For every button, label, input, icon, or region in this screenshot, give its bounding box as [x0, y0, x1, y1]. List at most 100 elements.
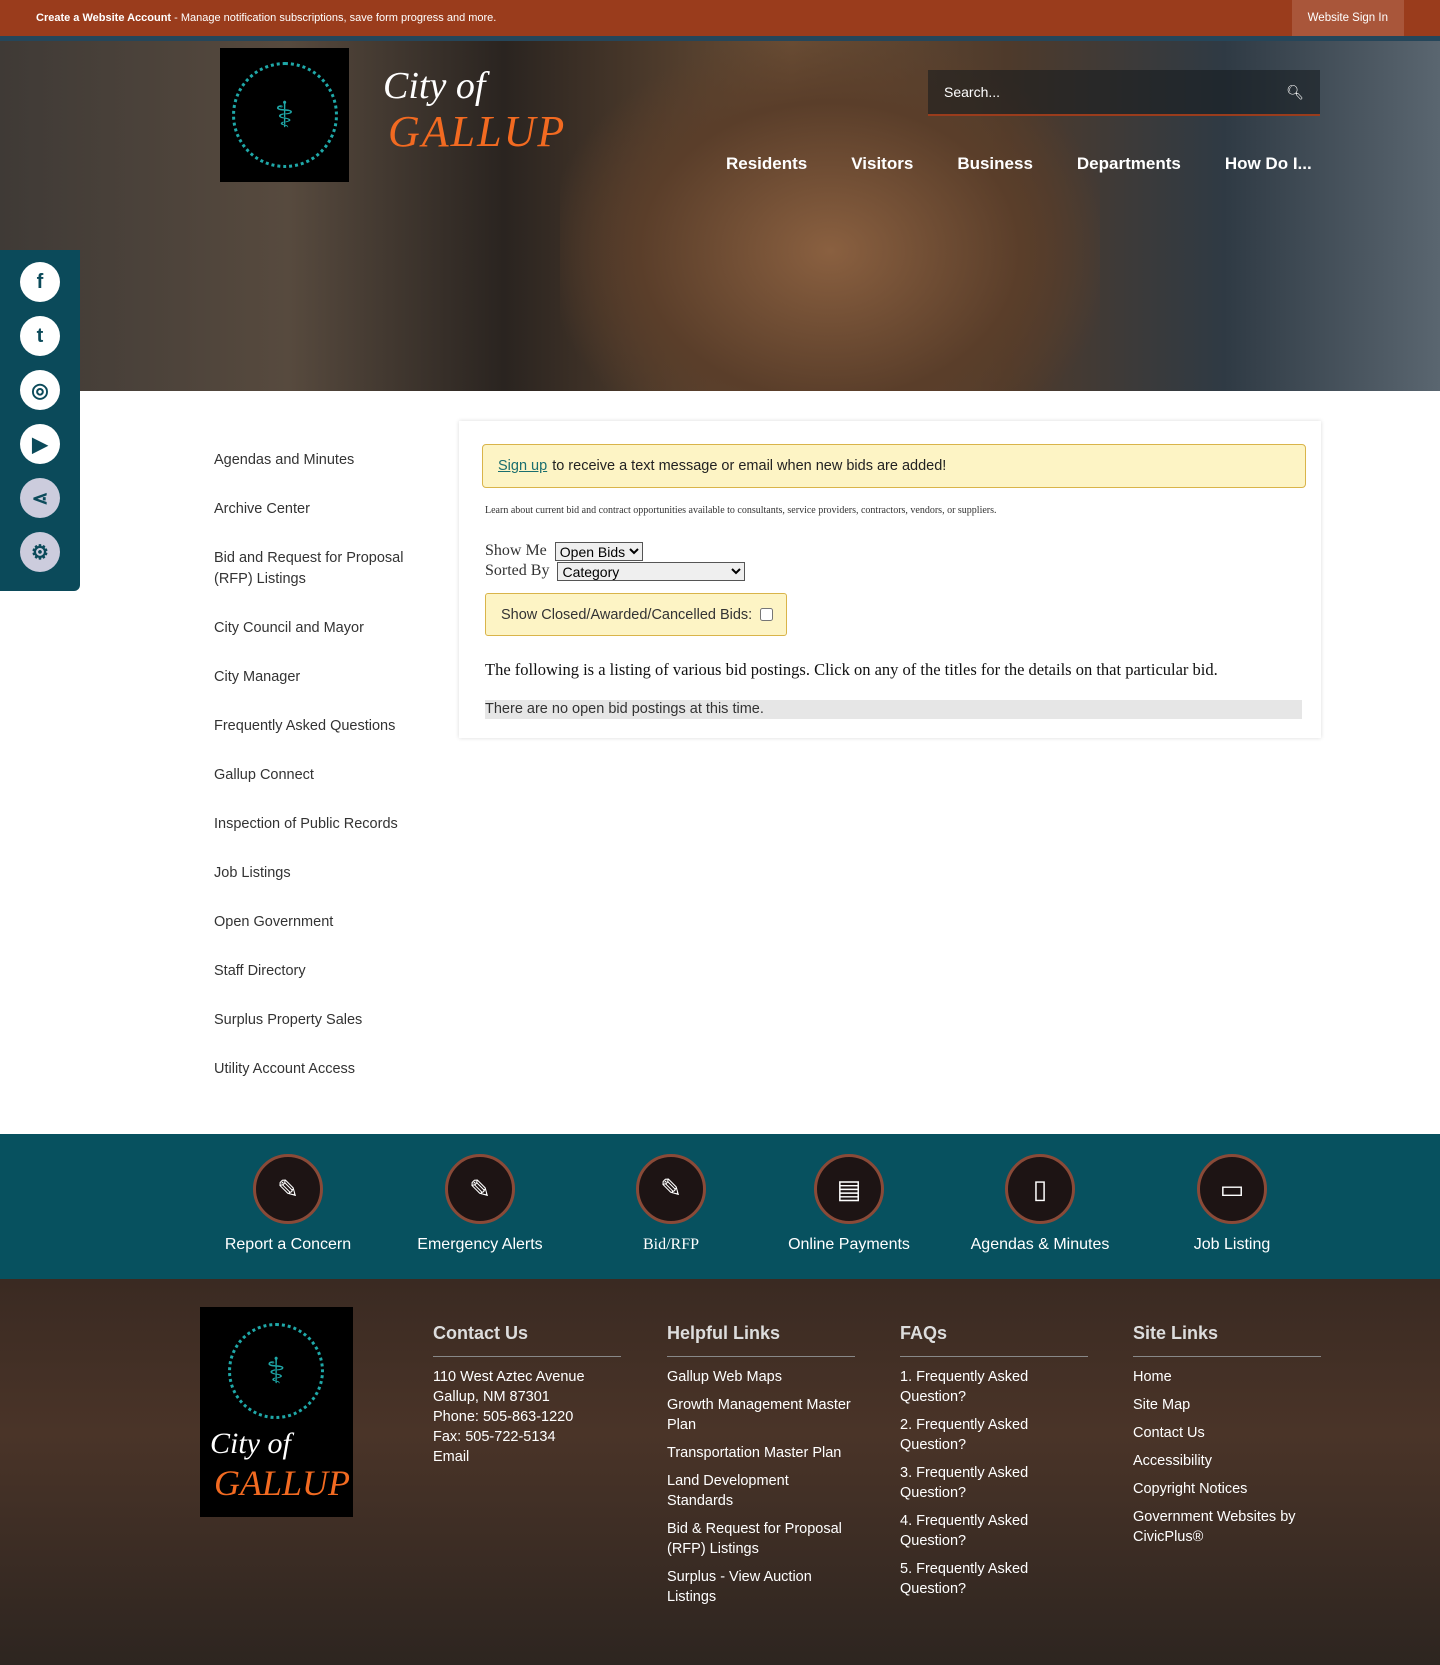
gear-icon[interactable]: ⚙	[20, 532, 60, 572]
sidebar-item-utility[interactable]: Utility Account Access	[214, 1059, 424, 1080]
payment-card-icon: ▤	[814, 1154, 884, 1224]
quick-link-report-concern[interactable]: ✎ Report a Concern	[188, 1154, 388, 1254]
sidebar-item-bid-rfp[interactable]: Bid and Request for Proposal (RFP) Listi…	[214, 548, 424, 590]
thunderbird-seal-icon: ⚕	[228, 1323, 324, 1419]
footer-heading: Contact Us	[433, 1323, 621, 1357]
email-link[interactable]: Email	[433, 1447, 621, 1467]
faq-link[interactable]: 5. Frequently Asked Question?	[900, 1559, 1088, 1599]
footer-link[interactable]: Contact Us	[1133, 1423, 1321, 1443]
main-nav: Residents Visitors Business Departments …	[726, 154, 1312, 174]
show-me-select[interactable]: Open Bids	[554, 541, 643, 561]
footer-link[interactable]: Surplus - View Auction Listings	[667, 1567, 855, 1607]
quick-link-label: Emergency Alerts	[417, 1236, 543, 1253]
footer-heading: FAQs	[900, 1323, 1088, 1357]
thunderbird-seal-icon: ⚕	[231, 62, 338, 168]
quick-link-bid-rfp[interactable]: ✎ Bid/RFP	[571, 1154, 771, 1254]
sidebar-item-faq[interactable]: Frequently Asked Questions	[214, 716, 424, 737]
footer-link[interactable]: Copyright Notices	[1133, 1479, 1321, 1499]
sidebar-item-council[interactable]: City Council and Mayor	[214, 618, 424, 639]
instagram-icon[interactable]: ◎	[20, 370, 60, 410]
search-placeholder: Search...	[944, 84, 1001, 100]
account-bar: Create a Website Account - Manage notifi…	[0, 0, 1440, 36]
signup-text: to receive a text message or email when …	[552, 458, 947, 474]
sidebar-item-gallup-connect[interactable]: Gallup Connect	[214, 765, 424, 786]
faq-link[interactable]: 4. Frequently Asked Question?	[900, 1511, 1088, 1551]
nav-departments[interactable]: Departments	[1077, 154, 1181, 174]
quick-link-label: Agendas & Minutes	[970, 1236, 1110, 1253]
footer-link[interactable]: Transportation Master Plan	[667, 1443, 855, 1463]
nav-residents[interactable]: Residents	[726, 154, 807, 174]
show-closed-checkbox[interactable]	[760, 608, 774, 621]
footer-helpful-links: Helpful Links Gallup Web Maps Growth Man…	[667, 1323, 855, 1615]
faq-link[interactable]: 3. Frequently Asked Question?	[900, 1463, 1088, 1503]
sidebar-item-agendas[interactable]: Agendas and Minutes	[214, 450, 424, 471]
search-icon[interactable]: 🔍︎	[1286, 84, 1304, 101]
footer-faqs: FAQs 1. Frequently Asked Question? 2. Fr…	[900, 1323, 1088, 1607]
sidebar-item-city-manager[interactable]: City Manager	[214, 667, 424, 688]
search-input[interactable]: Search... 🔍︎	[928, 70, 1320, 116]
share-icon[interactable]: ⋖	[20, 478, 60, 518]
sidebar-nav: Agendas and Minutes Archive Center Bid a…	[214, 450, 424, 1108]
faq-link[interactable]: 1. Frequently Asked Question?	[900, 1367, 1088, 1407]
address-line: 110 West Aztec Avenue	[433, 1369, 585, 1385]
logo-gallup[interactable]: GALLUP	[388, 106, 566, 157]
sidebar-item-job-listings[interactable]: Job Listings	[214, 863, 424, 884]
quick-link-label: Online Payments	[788, 1236, 910, 1253]
show-closed-box: Show Closed/Awarded/Cancelled Bids:	[485, 593, 787, 636]
signup-link[interactable]: Sign up	[498, 458, 547, 474]
city-seal-logo[interactable]: ⚕	[220, 48, 349, 182]
bid-listing-panel: Sign up to receive a text message or ema…	[459, 421, 1321, 738]
account-bar-description: - Manage notification subscriptions, sav…	[171, 12, 497, 24]
footer-link[interactable]: Site Map	[1133, 1395, 1321, 1415]
footer-link[interactable]: Growth Management Master Plan	[667, 1395, 855, 1435]
phone: Phone: 505-863-1220	[433, 1409, 574, 1425]
quick-link-label: Report a Concern	[224, 1236, 352, 1253]
faq-link[interactable]: 2. Frequently Asked Question?	[900, 1415, 1088, 1455]
sidebar-item-surplus[interactable]: Surplus Property Sales	[214, 1010, 424, 1031]
footer-logo-gallup: GALLUP	[214, 1463, 351, 1503]
intro-text: Learn about current bid and contract opp…	[485, 505, 997, 516]
nav-business[interactable]: Business	[957, 154, 1033, 174]
quick-link-label: Job Listing	[1193, 1236, 1271, 1253]
edit-form-icon: ✎	[253, 1154, 323, 1224]
social-sidebar: f t ◎ ▶ ⋖ ⚙	[0, 250, 80, 591]
nav-how-do-i[interactable]: How Do I...	[1225, 154, 1312, 174]
briefcase-icon: ▭	[1197, 1154, 1267, 1224]
sorted-by-select[interactable]: Category	[557, 561, 746, 581]
edit-form-icon: ✎	[445, 1154, 515, 1224]
nav-visitors[interactable]: Visitors	[851, 154, 913, 174]
edit-form-icon: ✎	[636, 1154, 706, 1224]
sorted-by-label: Sorted By	[485, 562, 550, 579]
footer-link[interactable]: Accessibility	[1133, 1451, 1321, 1471]
footer-site-links: Site Links Home Site Map Contact Us Acce…	[1133, 1323, 1321, 1555]
quick-link-agendas-minutes[interactable]: ▯ Agendas & Minutes	[940, 1154, 1140, 1254]
footer-logo[interactable]: ⚕ City of GALLUP	[200, 1307, 353, 1517]
document-icon: ▯	[1005, 1154, 1075, 1224]
listing-description: The following is a listing of various bi…	[485, 660, 1218, 679]
website-sign-in-button[interactable]: Website Sign In	[1291, 0, 1404, 36]
sidebar-item-archive[interactable]: Archive Center	[214, 499, 424, 520]
quick-link-online-payments[interactable]: ▤ Online Payments	[749, 1154, 949, 1254]
footer-contact: Contact Us 110 West Aztec Avenue Gallup,…	[433, 1323, 621, 1475]
sidebar-item-staff-directory[interactable]: Staff Directory	[214, 961, 424, 982]
footer-link[interactable]: Bid & Request for Proposal (RFP) Listing…	[667, 1519, 855, 1559]
footer-logo-city-of: City of	[210, 1427, 291, 1460]
quick-link-label: Bid/RFP	[642, 1236, 700, 1253]
create-account-link[interactable]: Create a Website Account	[36, 12, 171, 24]
youtube-icon[interactable]: ▶	[20, 424, 60, 464]
logo-city-of[interactable]: City of	[383, 64, 485, 108]
footer-link[interactable]: Government Websites by CivicPlus®	[1133, 1507, 1321, 1547]
sidebar-item-public-records[interactable]: Inspection of Public Records	[214, 814, 424, 835]
show-me-label: Show Me	[485, 542, 547, 559]
sidebar-item-open-government[interactable]: Open Government	[214, 912, 424, 933]
city-line: Gallup, NM 87301	[433, 1389, 550, 1405]
quick-link-emergency-alerts[interactable]: ✎ Emergency Alerts	[380, 1154, 580, 1254]
quick-link-job-listing[interactable]: ▭ Job Listing	[1132, 1154, 1332, 1254]
footer-link[interactable]: Land Development Standards	[667, 1471, 855, 1511]
footer-link[interactable]: Gallup Web Maps	[667, 1367, 855, 1387]
footer-heading: Helpful Links	[667, 1323, 855, 1357]
footer-link[interactable]: Home	[1133, 1367, 1321, 1387]
no-bids-message: There are no open bid postings at this t…	[485, 700, 1302, 719]
facebook-icon[interactable]: f	[20, 262, 60, 302]
twitter-icon[interactable]: t	[20, 316, 60, 356]
